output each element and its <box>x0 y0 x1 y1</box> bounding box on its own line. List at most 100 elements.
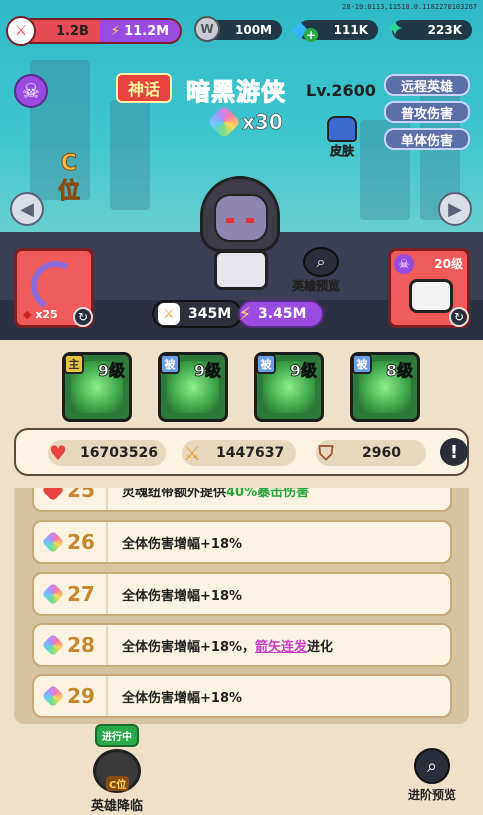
rarity-badge: 神话 <box>116 73 172 103</box>
weapon-card[interactable]: ◆ x25 ↻ <box>14 248 94 328</box>
debug-text: 28-19:0113,11510.0.1182270103267 <box>342 3 477 11</box>
prev-hero-arrow[interactable]: ◀ <box>10 192 44 226</box>
skill-level: 9级 <box>193 361 221 381</box>
skill-type-badge: 被 <box>161 355 180 374</box>
magic-stat-value: 3.45M <box>258 306 307 322</box>
row-star-icon <box>41 684 65 708</box>
skill-list: 主 9级 被 9级 被 9级 被 8级 <box>62 352 420 422</box>
heart-gem-icon: ◆ <box>23 308 32 321</box>
attack-power-bar[interactable]: ⚔ 1.2B ⚡ 11.2M <box>6 16 182 46</box>
row-star-icon <box>41 633 65 657</box>
tag-ranged[interactable]: 远程英雄 <box>384 74 470 96</box>
refresh-icon[interactable]: ↻ <box>73 307 93 327</box>
knight-helmet-icon: C位 <box>93 749 141 793</box>
hp-value: 16703526 <box>80 445 158 461</box>
row-number-box: 25 <box>34 488 108 510</box>
skill-level: 8级 <box>385 361 413 381</box>
power-value: 11.2M <box>124 23 170 39</box>
hero-eye <box>246 218 254 223</box>
skill-slot[interactable]: 被 8级 <box>350 352 420 422</box>
row-number-box: 29 <box>34 676 108 716</box>
skin-button[interactable]: 皮肤 <box>320 116 364 159</box>
skull-icon[interactable]: ☠ <box>14 74 48 108</box>
hero-descend-label: 英雄降临 <box>90 799 143 814</box>
hero-tags: 远程英雄 普攻伤害 单体伤害 <box>384 74 470 155</box>
row-number: 25 <box>67 488 95 502</box>
row-number: 27 <box>67 582 95 606</box>
row-star-icon <box>41 582 65 606</box>
lightning-icon: ⚡ <box>238 303 252 325</box>
row-number-box: 28 <box>34 625 108 665</box>
pet-icon <box>409 279 453 313</box>
refresh-icon[interactable]: ↻ <box>449 307 469 327</box>
skill-level: 9级 <box>289 361 317 381</box>
next-hero-arrow[interactable]: ▶ <box>438 192 472 226</box>
progress-tag: 进行中 <box>95 724 139 747</box>
sword-icon: ⚔ <box>183 441 201 465</box>
row-number: 29 <box>67 684 95 708</box>
sword-icon: ⚔ <box>6 16 36 46</box>
shield-icon: ⛉ <box>318 441 334 465</box>
upgrade-list[interactable]: 25 灵魂纽带额外提供40%暴击伤害 26 全体伤害增幅+18% 27 全体伤害… <box>14 488 469 724</box>
advance-preview-button[interactable]: ⌕ 进阶预览 <box>402 748 462 803</box>
tag-normal-attack[interactable]: 普攻伤害 <box>384 101 470 123</box>
attack-value: 1.2B <box>56 23 89 39</box>
atk-value: 1447637 <box>216 445 285 461</box>
star-count: x30 <box>207 105 283 139</box>
ruin-pillar <box>110 100 150 210</box>
skill-type-badge: 被 <box>353 355 372 374</box>
shard-value: 223K <box>427 23 462 37</box>
pet-card[interactable]: ☠ 20级 ↻ <box>388 248 470 328</box>
row-text-link[interactable]: 箭矢连发 <box>255 640 307 655</box>
row-text-main: 全体伤害增幅+18%， <box>122 639 256 655</box>
row-text-tail: 进化 <box>307 639 334 655</box>
hero-descend-button[interactable]: 进行中 C位 英雄降临 <box>84 724 150 814</box>
info-button[interactable]: ! <box>440 438 468 466</box>
row-text-green: 40%暴击伤害 <box>226 488 310 500</box>
coin-bar[interactable]: W 100M <box>194 16 282 42</box>
row-star-icon <box>41 488 65 502</box>
list-item: 28 全体伤害增幅+18%，箭矢连发进化 <box>32 623 452 667</box>
gem-bar[interactable]: ◆ + 111K <box>292 17 378 42</box>
list-item: 27 全体伤害增幅+18% <box>32 572 452 616</box>
coin-value: 100M <box>235 23 272 37</box>
heart-icon: ♥ <box>49 441 67 465</box>
skill-slot[interactable]: 被 9级 <box>254 352 324 422</box>
shard-bar[interactable]: ✦ 223K <box>386 17 472 42</box>
skill-slot[interactable]: 主 9级 <box>62 352 132 422</box>
hero-character <box>180 176 300 296</box>
row-text: 全体伤害增幅+18%，箭矢连发进化 <box>108 636 333 655</box>
row-text: 全体伤害增幅+18% <box>122 588 243 604</box>
hero-preview-label[interactable]: 英雄预览 <box>292 277 341 294</box>
skill-slot[interactable]: 被 9级 <box>158 352 228 422</box>
stats-bar: ♥ 16703526 ⚔ 1447637 ⛉ 2960 ! <box>14 428 469 476</box>
hero-face <box>214 194 268 242</box>
skill-level: 9级 <box>97 361 125 381</box>
hero-level: Lv.2600 <box>306 81 376 100</box>
attack-stat-pill: ⚔ 345M <box>152 300 242 328</box>
star-count-value: x30 <box>242 110 283 135</box>
star-shard-icon: ✦ <box>385 16 405 42</box>
hero-name: 暗黑游侠 <box>186 78 286 107</box>
magic-stat-pill: ⚡ 3.45M <box>238 300 324 328</box>
def-stat: ⛉ 2960 <box>316 440 426 466</box>
pet-level: 20级 <box>434 257 463 271</box>
skill-type-badge: 主 <box>65 355 84 374</box>
skill-type-badge: 被 <box>257 355 276 374</box>
hero-body <box>214 250 268 290</box>
row-star-icon <box>41 530 65 554</box>
row-number-box: 26 <box>34 522 108 562</box>
row-number: 28 <box>67 633 95 657</box>
row-text: 灵魂纽带额外提供40%暴击伤害 <box>108 488 309 500</box>
tag-single-target[interactable]: 单体伤害 <box>384 128 470 150</box>
magnifier-icon[interactable]: ⌕ <box>303 247 339 277</box>
atk-stat: ⚔ 1447637 <box>182 440 296 466</box>
row-number-box: 27 <box>34 574 108 614</box>
plus-icon[interactable]: + <box>304 28 318 42</box>
row-number: 26 <box>67 530 95 554</box>
sword-icon: ⚔ <box>158 303 180 325</box>
skin-label: 皮肤 <box>329 144 355 159</box>
advance-preview-label: 进阶预览 <box>407 788 456 802</box>
weapon-count: ◆ x25 <box>23 308 58 321</box>
puzzle-star-icon <box>207 105 241 139</box>
